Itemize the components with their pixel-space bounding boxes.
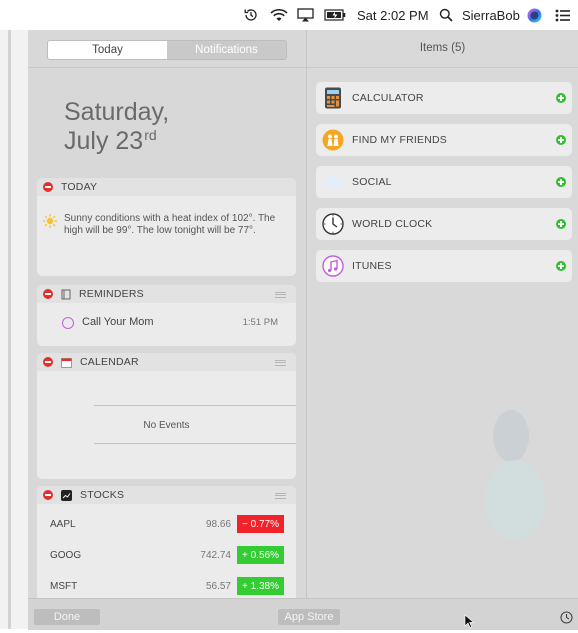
reminder-time: 1:51 PM bbox=[242, 317, 278, 328]
stock-change-badge[interactable]: + 0.56% bbox=[237, 546, 284, 564]
item-label: FIND MY FRIENDS bbox=[352, 134, 447, 146]
weather-forecast-text: Sunny conditions with a heat index of 10… bbox=[64, 213, 276, 236]
time-machine-icon[interactable] bbox=[243, 0, 259, 30]
stock-change-badge[interactable]: + 1.38% bbox=[237, 577, 284, 595]
item-label: SOCIAL bbox=[352, 176, 392, 188]
widget-title: TODAY bbox=[61, 181, 98, 193]
stock-row[interactable]: MSFT 56.57 + 1.38% bbox=[37, 576, 296, 598]
item-find-my-friends[interactable]: FIND MY FRIENDS bbox=[316, 124, 572, 156]
stock-symbol: MSFT bbox=[50, 581, 78, 592]
remove-widget-button[interactable] bbox=[43, 182, 53, 192]
social-icon bbox=[322, 171, 344, 193]
calendar-widget: CALENDAR No Events bbox=[37, 353, 296, 479]
today-widget: TODAY Sunny conditions with a heat index… bbox=[37, 178, 296, 276]
widget-title: CALENDAR bbox=[80, 356, 139, 368]
notification-center-icon[interactable] bbox=[555, 0, 571, 30]
items-header: Items (5) bbox=[419, 42, 466, 54]
stocks-icon bbox=[61, 489, 72, 501]
stock-price: 742.74 bbox=[200, 550, 231, 561]
find-my-friends-icon bbox=[322, 129, 344, 151]
stock-symbol: AAPL bbox=[50, 519, 76, 530]
battery-icon[interactable] bbox=[324, 0, 346, 30]
tab-today[interactable]: Today bbox=[48, 41, 167, 59]
calendar-divider-top bbox=[94, 405, 296, 406]
date-weekday: Saturday, bbox=[64, 98, 170, 126]
blurred-background-blob bbox=[485, 460, 545, 540]
desktop-edge bbox=[0, 30, 28, 629]
add-widget-button[interactable] bbox=[556, 261, 566, 271]
siri-icon[interactable] bbox=[527, 0, 542, 30]
widget-title: REMINDERS bbox=[79, 288, 144, 300]
tab-notifications[interactable]: Notifications bbox=[167, 41, 286, 59]
drag-handle-icon[interactable] bbox=[275, 360, 286, 366]
stock-price: 56.57 bbox=[205, 581, 231, 592]
mouse-cursor-icon bbox=[464, 614, 475, 633]
bottom-bar: Done App Store bbox=[28, 598, 578, 630]
sun-icon bbox=[42, 213, 58, 232]
stock-row[interactable]: AAPL 98.66 − 0.77% bbox=[37, 514, 296, 536]
calendar-divider-bottom bbox=[94, 443, 296, 444]
calculator-icon bbox=[322, 87, 344, 109]
done-button[interactable]: Done bbox=[34, 609, 100, 625]
today-widget-header: TODAY bbox=[37, 178, 296, 196]
header-divider bbox=[28, 67, 306, 68]
menubar-user[interactable]: SierraBob bbox=[462, 0, 520, 30]
add-widget-button[interactable] bbox=[556, 177, 566, 187]
menubar-clock[interactable]: Sat 2:02 PM bbox=[357, 0, 429, 30]
stock-row[interactable]: GOOG 742.74 + 0.56% bbox=[37, 545, 296, 567]
add-widget-button[interactable] bbox=[556, 219, 566, 229]
item-label: CALCULATOR bbox=[352, 92, 424, 104]
item-label: WORLD CLOCK bbox=[352, 218, 433, 230]
reminders-widget: REMINDERS Call Your Mom 1:51 PM bbox=[37, 285, 296, 346]
menu-bar: Sat 2:02 PM SierraBob bbox=[0, 0, 578, 30]
stocks-widget: STOCKS AAPL 98.66 − 0.77% GOOG 742.74 + … bbox=[37, 486, 296, 598]
itunes-icon bbox=[322, 255, 344, 277]
today-column: Today Notifications Saturday, July 23rd … bbox=[28, 30, 306, 598]
spotlight-search-icon[interactable] bbox=[439, 0, 453, 30]
reminders-list-icon bbox=[61, 289, 71, 300]
items-header-divider bbox=[307, 67, 578, 68]
add-widget-button[interactable] bbox=[556, 93, 566, 103]
add-widget-button[interactable] bbox=[556, 135, 566, 145]
reminders-widget-header: REMINDERS bbox=[37, 285, 296, 303]
airplay-icon[interactable] bbox=[297, 0, 314, 30]
drag-handle-icon[interactable] bbox=[275, 292, 286, 298]
stock-price: 98.66 bbox=[205, 519, 231, 530]
notification-center-panel: Today Notifications Saturday, July 23rd … bbox=[28, 30, 578, 630]
reminder-item: Call Your Mom 1:51 PM bbox=[37, 303, 296, 346]
reminder-text[interactable]: Call Your Mom bbox=[82, 316, 154, 328]
calendar-widget-header: CALENDAR bbox=[37, 353, 296, 371]
item-label: ITUNES bbox=[352, 260, 392, 272]
date-day: July 23rd bbox=[64, 127, 157, 156]
remove-widget-button[interactable] bbox=[43, 289, 53, 299]
date-ordinal-suffix: rd bbox=[144, 127, 157, 143]
no-events-text: No Events bbox=[143, 420, 190, 431]
drag-handle-icon[interactable] bbox=[275, 493, 286, 499]
remove-widget-button[interactable] bbox=[43, 490, 53, 500]
blurred-background-blob bbox=[493, 410, 529, 462]
remove-widget-button[interactable] bbox=[43, 357, 53, 367]
date-month-day: July 23 bbox=[64, 127, 144, 155]
items-column: Items (5) CALCULATOR FIND MY FRIENDS SOC… bbox=[307, 30, 578, 598]
item-calculator[interactable]: CALCULATOR bbox=[316, 82, 572, 114]
clock-settings-icon[interactable] bbox=[560, 611, 573, 629]
world-clock-icon bbox=[322, 213, 344, 235]
reminder-checkbox[interactable] bbox=[62, 317, 74, 329]
stock-symbol: GOOG bbox=[50, 550, 82, 561]
stocks-widget-header: STOCKS bbox=[37, 486, 296, 504]
item-social[interactable]: SOCIAL bbox=[316, 166, 572, 198]
app-store-button[interactable]: App Store bbox=[278, 609, 340, 625]
stock-change-badge[interactable]: − 0.77% bbox=[237, 515, 284, 533]
view-switcher: Today Notifications bbox=[47, 40, 287, 60]
widget-title: STOCKS bbox=[80, 489, 125, 501]
item-world-clock[interactable]: WORLD CLOCK bbox=[316, 208, 572, 240]
wifi-icon[interactable] bbox=[270, 0, 288, 30]
item-itunes[interactable]: ITUNES bbox=[316, 250, 572, 282]
calendar-icon bbox=[61, 357, 72, 368]
